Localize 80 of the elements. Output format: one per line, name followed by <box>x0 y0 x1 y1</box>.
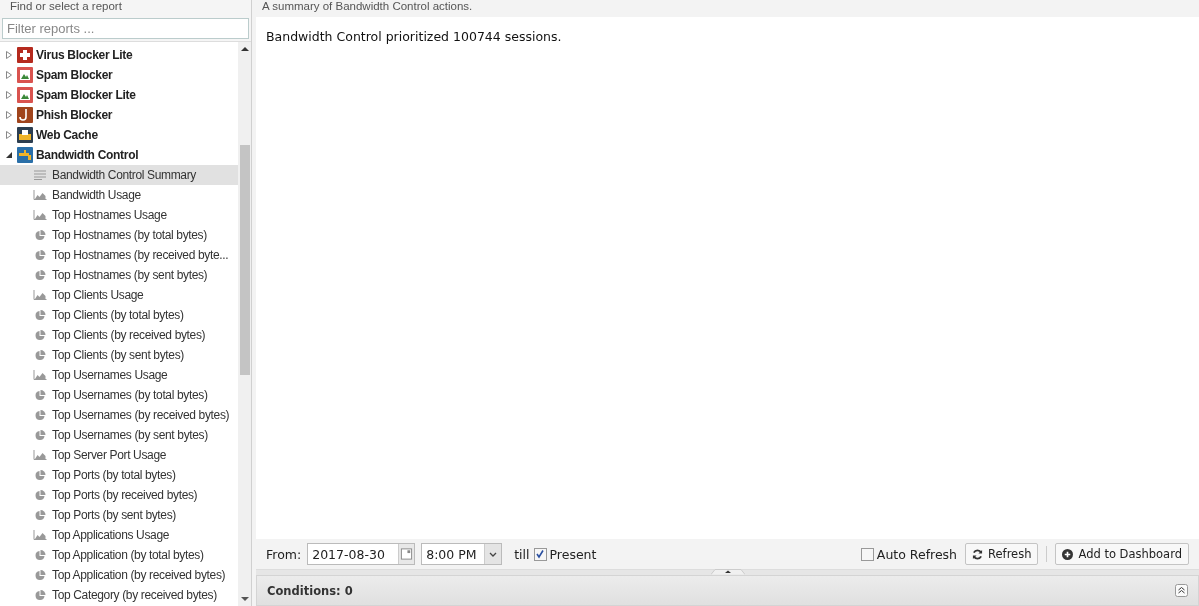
pie-chart-icon <box>33 589 47 601</box>
report-item[interactable]: Top Hostnames Usage <box>0 205 238 225</box>
report-item[interactable]: Top Category (by received bytes) <box>0 585 238 605</box>
calendar-icon[interactable] <box>398 544 415 564</box>
caret-icon[interactable] <box>489 551 498 557</box>
box-icon <box>17 127 33 143</box>
app-name[interactable]: Phish Blocker <box>36 108 113 122</box>
report-item[interactable]: Top Hostnames (by sent bytes) <box>0 265 238 285</box>
area-chart-icon <box>33 190 47 200</box>
app-name[interactable]: Spam Blocker Lite <box>36 88 136 102</box>
report-item[interactable]: Top Hostnames (by received byte... <box>0 245 238 265</box>
report-item[interactable]: Top Usernames (by sent bytes) <box>0 425 238 445</box>
scrollbar[interactable] <box>238 42 251 606</box>
report-item[interactable]: Top Server Port Usage <box>0 445 238 465</box>
app-name[interactable]: Web Cache <box>36 128 98 142</box>
cross-icon <box>17 47 33 63</box>
present-checkbox[interactable] <box>533 547 547 561</box>
auto-refresh-label[interactable]: Auto Refresh <box>876 546 958 562</box>
app-name[interactable]: Spam Blocker <box>36 68 113 82</box>
present-label[interactable]: Present <box>549 546 597 562</box>
report-item[interactable]: Top Ports (by total bytes) <box>0 465 238 485</box>
text-lines-icon <box>33 170 47 180</box>
pie-chart-icon <box>33 469 47 481</box>
app-name[interactable]: Virus Blocker Lite <box>36 48 133 62</box>
report-item[interactable]: Top Application (by total bytes) <box>0 545 238 565</box>
report-item[interactable]: Top Usernames Usage <box>0 365 238 385</box>
pie-chart-icon <box>33 269 47 281</box>
report-item[interactable]: Top Ports (by sent bytes) <box>0 505 238 525</box>
app-name[interactable]: Bandwidth Control <box>36 148 139 162</box>
summary-text: Bandwidth Control prioritized 100744 sessions. <box>266 29 562 44</box>
pie-chart-icon <box>33 489 47 501</box>
area-chart-icon <box>33 210 47 220</box>
check-mark-icon <box>535 549 545 559</box>
expander-icon[interactable] <box>5 151 13 159</box>
report-item[interactable]: Bandwidth Control Summary <box>0 165 238 185</box>
area-chart-icon <box>33 370 47 380</box>
pie-chart-icon <box>33 409 47 421</box>
add-to-dashboard-button[interactable]: Add to Dashboard <box>1055 543 1189 565</box>
hook-icon <box>17 107 33 123</box>
auto-refresh-checkbox[interactable] <box>860 547 874 561</box>
pie-chart-icon <box>33 569 47 581</box>
pie-chart-icon <box>33 509 47 521</box>
conditions-label: Conditions: 0 <box>267 583 353 598</box>
area-chart-icon <box>33 290 47 300</box>
report-item[interactable]: Bandwidth Usage <box>0 185 238 205</box>
pie-chart-icon <box>33 229 47 241</box>
pie-chart-icon <box>33 389 47 401</box>
picture-frame-icon <box>17 67 33 83</box>
date-field[interactable]: 2017-08-30 <box>307 543 416 565</box>
area-chart-icon <box>33 450 47 460</box>
pie-chart-icon <box>33 249 47 261</box>
pie-chart-icon <box>33 429 47 441</box>
from-label: From: <box>266 546 302 562</box>
refresh-button[interactable]: Refresh <box>965 543 1039 565</box>
pie-chart-icon <box>33 349 47 361</box>
collapse-handle[interactable] <box>710 569 745 575</box>
panel-title: Find or select a report <box>10 0 122 12</box>
report-item[interactable]: Top Clients Usage <box>0 285 238 305</box>
pie-chart-icon <box>33 329 47 341</box>
area-chart-icon <box>33 530 47 540</box>
till-label: till <box>514 546 530 562</box>
pie-chart-icon <box>33 309 47 321</box>
time-dropdown[interactable]: 8:00 PM <box>421 543 503 565</box>
pie-chart-icon <box>33 549 47 561</box>
refresh-icon <box>972 548 984 560</box>
report-item[interactable]: Top Ports (by received bytes) <box>0 485 238 505</box>
report-item[interactable]: Top Usernames (by total bytes) <box>0 385 238 405</box>
expand-icon[interactable] <box>1175 584 1188 597</box>
report-description: A summary of Bandwidth Control actions. <box>262 0 473 12</box>
filter-field[interactable]: Filter reports ... <box>2 18 249 39</box>
report-item[interactable]: Top Hostnames (by total bytes) <box>0 225 238 245</box>
report-item[interactable]: Top Applications Usage <box>0 525 238 545</box>
report-item[interactable]: Top Application (by received bytes) <box>0 565 238 585</box>
report-item[interactable]: Top Clients (by sent bytes) <box>0 345 238 365</box>
faucet-icon <box>17 147 33 163</box>
plus-circle-icon <box>1062 548 1074 560</box>
report-item[interactable]: Top Clients (by total bytes) <box>0 305 238 325</box>
report-item[interactable]: Top Clients (by received bytes) <box>0 325 238 345</box>
picture-frame-icon <box>17 87 33 103</box>
report-item[interactable]: Top Usernames (by received bytes) <box>0 405 238 425</box>
